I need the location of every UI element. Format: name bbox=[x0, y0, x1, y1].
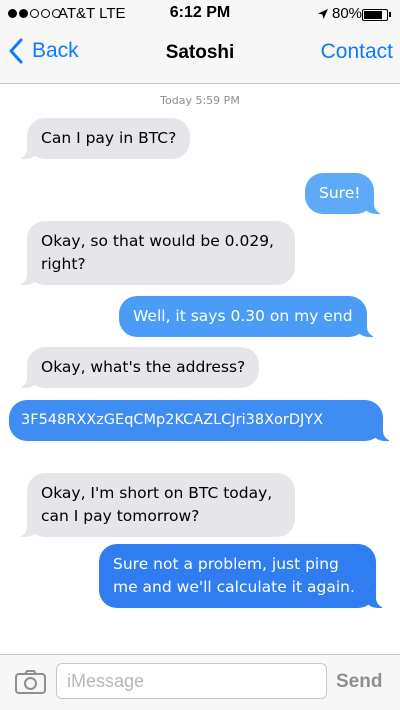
send-button[interactable]: Send bbox=[336, 671, 382, 693]
message-bubble-received[interactable]: Okay, what's the address? bbox=[16, 347, 260, 388]
message-composer: Send bbox=[0, 654, 400, 710]
message-bubble-received[interactable]: Okay, so that would be 0.029, right? bbox=[17, 221, 295, 285]
battery-percentage: 80% bbox=[332, 5, 363, 22]
message-thread[interactable]: Today 5:59 PM Can I pay in BTC? Sure! Ok… bbox=[0, 84, 400, 654]
message-bubble-received[interactable]: Okay, I'm short on BTC today, can I pay … bbox=[17, 473, 295, 537]
thread-timestamp: Today 5:59 PM bbox=[160, 94, 240, 107]
navigation-bar: Back Satoshi Contact bbox=[0, 28, 400, 84]
battery-tip bbox=[389, 12, 391, 17]
camera-icon[interactable] bbox=[15, 670, 46, 694]
message-bubble-sent[interactable]: Sure! bbox=[305, 173, 385, 214]
status-bar: AT&T LTE 6:12 PM 80% bbox=[0, 0, 400, 28]
message-bubble-sent[interactable]: 3F548RXXzGEqCMp2KCAZLCJri38XorDJYX bbox=[9, 400, 393, 441]
message-bubble-received[interactable]: Can I pay in BTC? bbox=[16, 118, 191, 159]
battery-icon bbox=[362, 9, 388, 21]
battery-fill bbox=[364, 11, 382, 19]
message-bubble-sent[interactable]: Well, it says 0.30 on my end bbox=[119, 296, 377, 337]
imessage-input[interactable] bbox=[56, 663, 327, 699]
location-arrow-icon bbox=[318, 9, 328, 19]
contact-button[interactable]: Contact bbox=[321, 40, 393, 64]
top-bar: AT&T LTE 6:12 PM 80% Back Satoshi Contac… bbox=[0, 0, 400, 84]
message-bubble-sent[interactable]: Sure not a problem, just ping me and we'… bbox=[99, 544, 386, 608]
